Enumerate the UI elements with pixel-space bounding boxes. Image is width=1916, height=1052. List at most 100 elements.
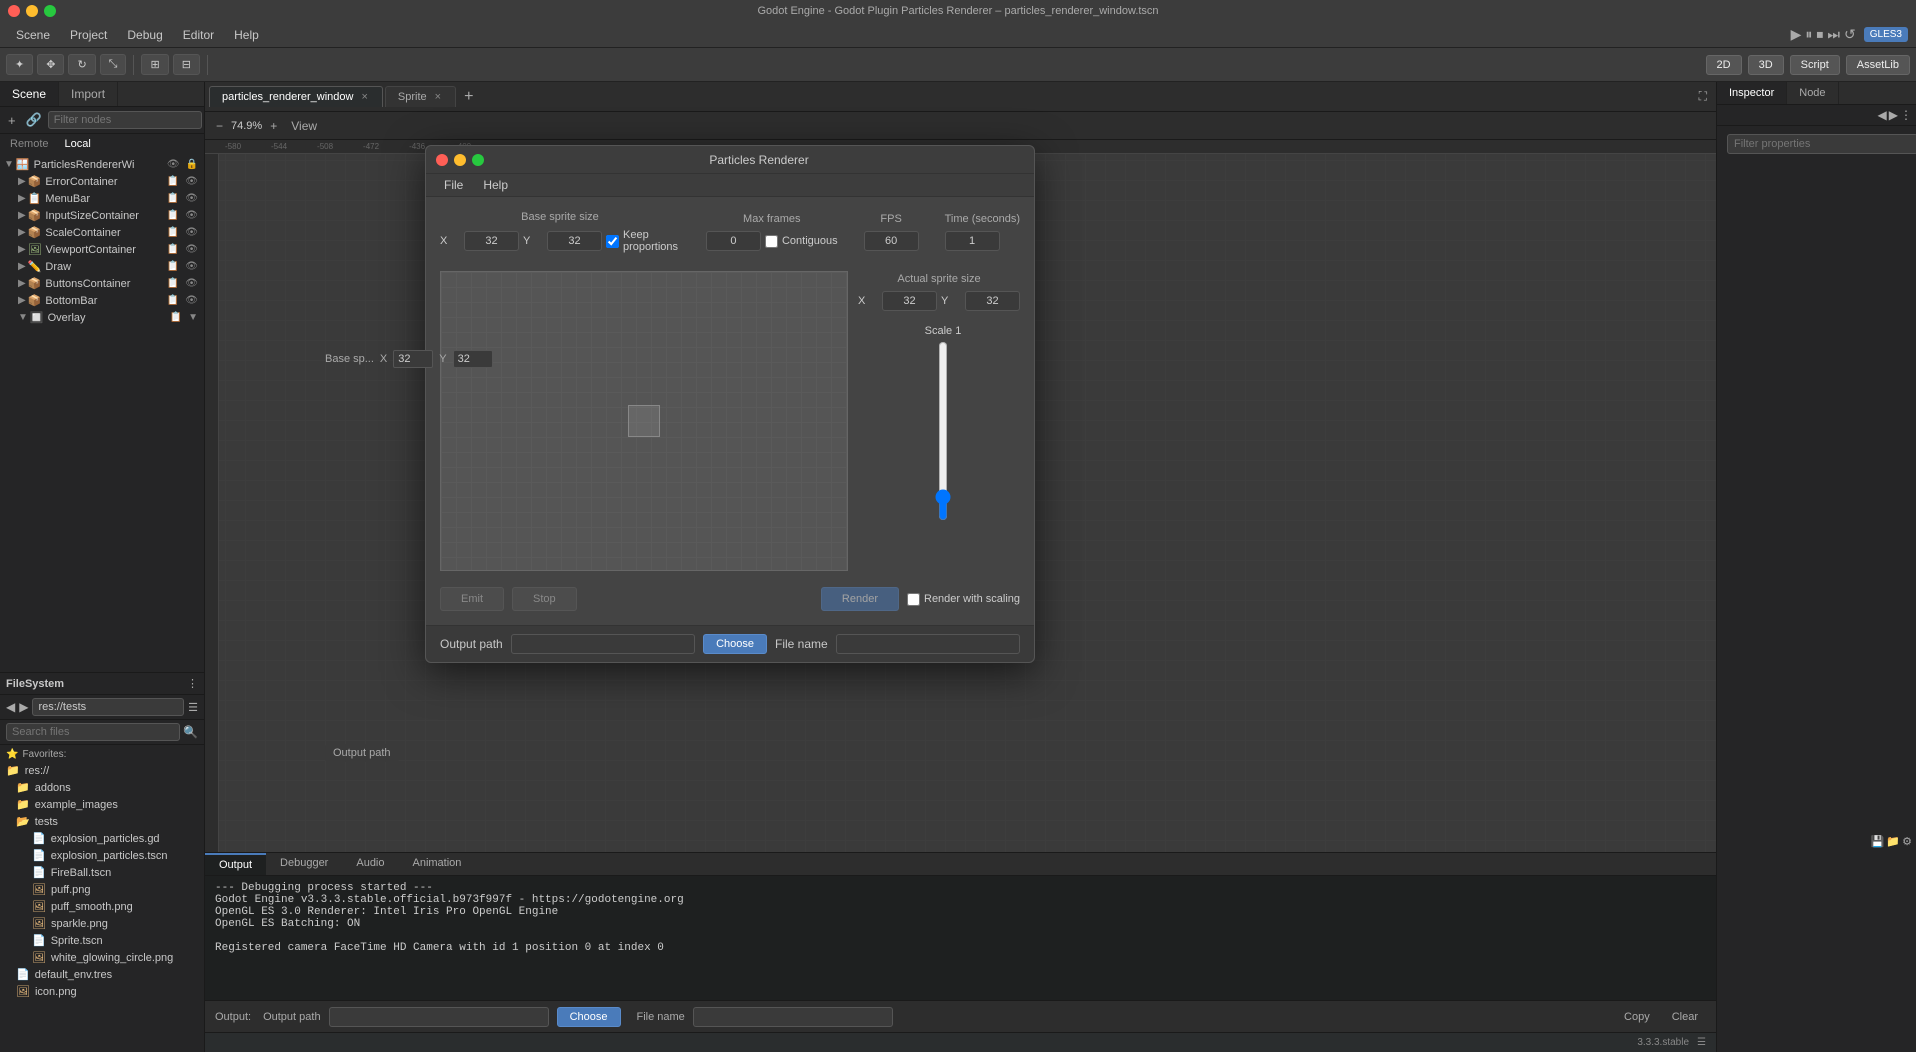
dialog-canvas[interactable] [440,271,848,571]
zoom-minus-btn[interactable]: − [211,117,228,135]
dialog-close-btn[interactable] [436,154,448,166]
output-tab-animation[interactable]: Animation [399,853,476,875]
fs-item-res[interactable]: 📁 res:// [0,762,204,779]
inspector-back-btn[interactable]: ◀ [1878,108,1887,122]
tab-node[interactable]: Node [1787,82,1838,104]
keep-proportions-check[interactable]: Keep proportions [606,229,680,253]
tab-scene[interactable]: Scene [0,82,59,106]
maximize-button[interactable] [44,5,56,17]
tree-item-draw[interactable]: ▶ ✏️ Draw 📋👁 [0,258,204,275]
mode-assetlib[interactable]: AssetLib [1846,55,1910,75]
menu-scene[interactable]: Scene [8,26,58,44]
fs-forward-btn[interactable]: ▶ [19,700,28,714]
actual-y-input[interactable] [965,291,1020,311]
dialog-title-bar[interactable]: Particles Renderer [426,146,1034,174]
tab-particles-renderer[interactable]: particles_renderer_window × [209,86,383,107]
dialog-min-btn[interactable] [454,154,466,166]
close-button[interactable] [8,5,20,17]
fullscreen-btn[interactable]: ⛶ [1694,87,1712,106]
tree-item-viewport[interactable]: ▶ 🖼 ViewportContainer 📋👁 [0,241,204,258]
toolbar-snap[interactable]: ⊞ [141,54,168,75]
filter-nodes-input[interactable] [48,111,202,129]
fs-back-btn[interactable]: ◀ [6,700,15,714]
dialog-max-btn[interactable] [472,154,484,166]
tree-item-scale[interactable]: ▶ 📦 ScaleContainer 📋👁 [0,224,204,241]
fs-item-fireball[interactable]: 📄 FireBall.tscn [0,864,204,881]
tree-item-bottombar[interactable]: ▶ 📦 BottomBar 📋👁 [0,292,204,309]
scene-add-btn[interactable]: + [4,111,20,130]
dialog-output-path-input[interactable] [511,634,695,654]
fs-item-tests[interactable]: 📂 tests [0,813,204,830]
inspector-config-btn[interactable]: ⚙ [1902,835,1912,848]
toolbar-select[interactable]: ✦ [6,54,33,75]
fs-item-default-env[interactable]: 📄 default_env.tres [0,966,204,983]
inspector-save-btn[interactable]: 💾 [1871,835,1885,848]
emit-button[interactable]: Emit [440,587,504,611]
toolbar-move[interactable]: ✥ [37,54,64,75]
search-files-input[interactable] [6,723,180,741]
fs-item-explosion-tscn[interactable]: 📄 explosion_particles.tscn [0,847,204,864]
tree-item-buttons[interactable]: ▶ 📦 ButtonsContainer 📋👁 [0,275,204,292]
play-button[interactable]: ▶ [1791,26,1802,43]
scale-slider[interactable] [933,341,953,521]
inspector-folder-btn[interactable]: 📁 [1886,835,1900,848]
max-frames-input[interactable] [706,231,761,251]
toolbar-rotate[interactable]: ↻ [68,54,95,75]
toolbar-grid[interactable]: ⊟ [173,54,200,75]
mode-2d[interactable]: 2D [1706,55,1742,75]
add-tab-btn[interactable]: + [458,88,479,106]
tree-item-inputsize[interactable]: ▶ 📦 InputSizeContainer 📋👁 [0,207,204,224]
render-with-scaling-check[interactable]: Render with scaling [907,593,1020,606]
contiguous-check[interactable]: Contiguous [765,235,838,248]
fs-item-icon[interactable]: 🖼 icon.png [0,983,204,1000]
filter-properties-input[interactable] [1727,134,1916,154]
view-btn[interactable]: View [286,117,322,135]
fs-item-puff-smooth[interactable]: 🖼 puff_smooth.png [0,898,204,915]
step-button[interactable]: ⏭ [1827,26,1840,43]
tab-local[interactable]: Local [61,137,95,151]
tab-sprite[interactable]: Sprite × [385,86,456,107]
tab-remote[interactable]: Remote [6,137,53,151]
base-y-input[interactable] [547,231,602,251]
tab-inspector[interactable]: Inspector [1717,82,1787,104]
mode-script[interactable]: Script [1790,55,1840,75]
output-tab-output[interactable]: Output [205,853,266,875]
copy-button[interactable]: Copy [1616,1008,1658,1026]
fs-item-sprite-tscn[interactable]: 📄 Sprite.tscn [0,932,204,949]
render-button[interactable]: Render [821,587,899,611]
inspector-forward-btn[interactable]: ▶ [1889,108,1898,122]
menu-editor[interactable]: Editor [175,26,222,44]
dialog-file-name-input[interactable] [836,634,1020,654]
fs-item-explosion-gd[interactable]: 📄 explosion_particles.gd [0,830,204,847]
tab-import[interactable]: Import [59,82,118,106]
file-name-input[interactable] [693,1007,893,1027]
vp-y-input[interactable] [453,350,493,368]
clear-button[interactable]: Clear [1664,1008,1706,1026]
output-tab-debugger[interactable]: Debugger [266,853,342,875]
fs-item-example[interactable]: 📁 example_images [0,796,204,813]
scene-link-btn[interactable]: 🔗 [22,110,46,130]
fs-options-btn[interactable]: ⋮ [187,677,198,690]
output-path-input[interactable] [329,1007,549,1027]
vp-x-input[interactable] [393,350,433,368]
fs-item-addons[interactable]: 📁 addons [0,779,204,796]
viewport-canvas[interactable]: -580 -544 -508 -472 -436 -400 [205,140,1716,852]
stop-button[interactable]: ⏹ [1816,26,1823,43]
choose-button[interactable]: Choose [703,634,767,654]
tree-item-overlay[interactable]: ▼ 🔲 Overlay 📋▼ [0,309,204,326]
fs-item-sparkle[interactable]: 🖼 sparkle.png [0,915,204,932]
actual-x-input[interactable] [882,291,937,311]
mode-3d[interactable]: 3D [1748,55,1784,75]
menu-project[interactable]: Project [62,26,115,44]
toolbar-scale[interactable]: ⤡ [100,54,127,75]
minimize-button[interactable] [26,5,38,17]
tree-item-root[interactable]: ▼ 🪟 ParticlesRendererWi 👁🔒 [0,156,204,173]
stop-button[interactable]: Stop [512,587,577,611]
output-tab-audio[interactable]: Audio [342,853,398,875]
fs-list-view-btn[interactable]: ☰ [188,701,198,714]
time-input[interactable] [945,231,1000,251]
menu-debug[interactable]: Debug [119,26,170,44]
dialog-menu-file[interactable]: File [434,174,473,196]
base-x-input[interactable] [464,231,519,251]
fs-item-puff[interactable]: 🖼 puff.png [0,881,204,898]
